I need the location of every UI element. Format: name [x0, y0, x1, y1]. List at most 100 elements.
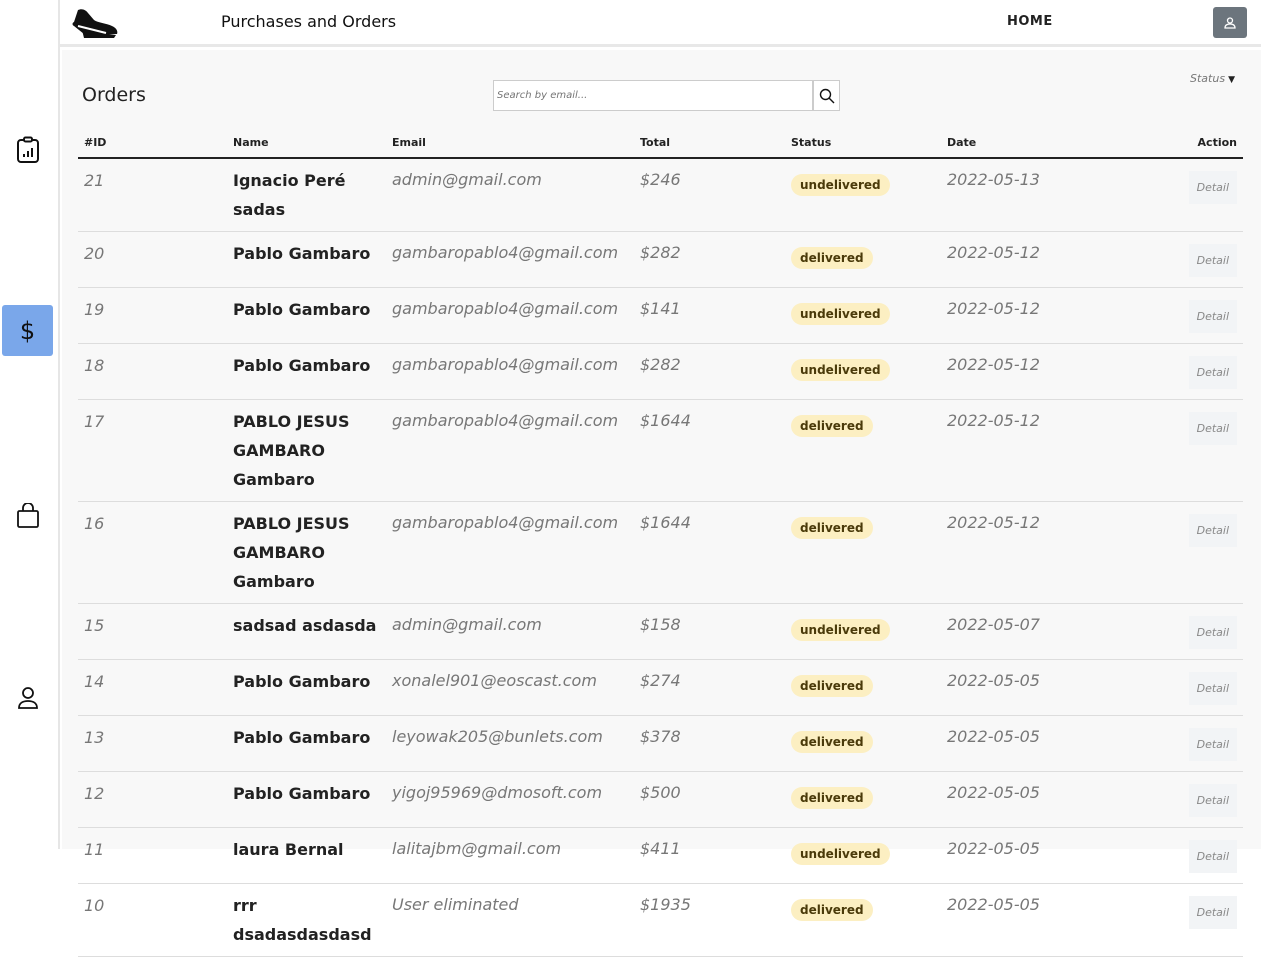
customer-email: gambaropablo4@gmail.com	[386, 501, 634, 604]
customer-name: Pablo Gambaro	[227, 659, 386, 716]
status-cell: delivered	[785, 771, 941, 828]
caret-down-icon: ▼	[1228, 75, 1235, 85]
customer-name: laura Bernal	[227, 827, 386, 884]
order-total: $282	[634, 231, 785, 288]
user-icon	[1224, 16, 1236, 29]
customer-name: sadsad asdasda	[227, 603, 386, 660]
column-header: Action	[1121, 128, 1243, 159]
column-header: Total	[634, 128, 785, 159]
orders-panel: Orders Status▼ #IDNameEmailTotalStatusDa…	[62, 50, 1261, 957]
status-filter-dropdown[interactable]: Status ▼	[1190, 72, 1235, 85]
customer-email: gambaropablo4@gmail.com	[386, 343, 634, 400]
order-date: 2022-05-12	[941, 501, 1121, 604]
order-id: 14	[78, 659, 227, 716]
status-badge: undelivered	[791, 303, 890, 325]
detail-button[interactable]: Detail	[1188, 672, 1237, 705]
order-total: $1644	[634, 501, 785, 604]
detail-button[interactable]: Detail	[1188, 728, 1237, 761]
status-badge: undelivered	[791, 619, 890, 641]
order-date: 2022-05-12	[941, 343, 1121, 400]
status-cell: undelivered	[785, 158, 941, 232]
detail-button[interactable]: Detail	[1188, 356, 1237, 389]
status-cell: delivered	[785, 231, 941, 288]
sidebar-item-dashboard[interactable]	[2, 124, 53, 175]
search-icon	[819, 88, 834, 103]
customer-email: gambaropablo4@gmail.com	[386, 231, 634, 288]
status-cell: undelivered	[785, 603, 941, 660]
order-id: 15	[78, 603, 227, 660]
sidebar-item-users[interactable]	[2, 672, 53, 723]
customer-email: User eliminated	[386, 883, 634, 957]
table-row: 19 Pablo Gambaro gambaropablo4@gmail.com $1…	[78, 287, 1243, 344]
customer-email: xonalel901@eoscast.com	[386, 659, 634, 716]
customer-email: admin@gmail.com	[386, 158, 634, 232]
order-id: 13	[78, 715, 227, 772]
top-header: Purchases and Orders HOME	[60, 0, 1261, 47]
status-badge: delivered	[791, 415, 873, 437]
order-date: 2022-05-12	[941, 231, 1121, 288]
detail-button[interactable]: Detail	[1188, 616, 1237, 649]
table-row: 10 rrr dsadasdasdasd User eliminated $1935 d…	[78, 883, 1243, 957]
table-row: 16 PABLO JESUS GAMBARO Gambaro gambaropabl…	[78, 501, 1243, 604]
detail-button[interactable]: Detail	[1188, 840, 1237, 873]
detail-button[interactable]: Detail	[1188, 171, 1237, 204]
order-date: 2022-05-13	[941, 158, 1121, 232]
sidebar-item-products[interactable]	[2, 490, 53, 541]
customer-name: PABLO JESUS GAMBARO Gambaro	[227, 399, 386, 502]
detail-button[interactable]: Detail	[1188, 412, 1237, 445]
order-date: 2022-05-05	[941, 715, 1121, 772]
status-cell: delivered	[785, 715, 941, 772]
status-badge: undelivered	[791, 174, 890, 196]
action-cell: Detail	[1121, 501, 1243, 604]
status-cell: delivered	[785, 501, 941, 604]
shopping-bag-icon	[16, 502, 39, 528]
column-header: Status	[785, 128, 941, 159]
order-total: $500	[634, 771, 785, 828]
order-total: $141	[634, 287, 785, 344]
customer-name: PABLO JESUS GAMBARO Gambaro	[227, 501, 386, 604]
shoe-logo-icon[interactable]	[70, 4, 120, 44]
order-total: $246	[634, 158, 785, 232]
status-cell: undelivered	[785, 287, 941, 344]
table-row: 18 Pablo Gambaro gambaropablo4@gmail.com $2…	[78, 343, 1243, 400]
page-title: Purchases and Orders	[221, 12, 397, 31]
detail-button[interactable]: Detail	[1188, 784, 1237, 817]
table-row: 17 PABLO JESUS GAMBARO Gambaro gambaropabl…	[78, 399, 1243, 502]
detail-button[interactable]: Detail	[1188, 514, 1237, 547]
detail-button[interactable]: Detail	[1188, 896, 1237, 929]
user-menu-button[interactable]	[1213, 7, 1247, 38]
status-cell: delivered	[785, 399, 941, 502]
table-row: 12 Pablo Gambaro yigoj95969@dmosoft.com $50…	[78, 771, 1243, 828]
order-id: 11	[78, 827, 227, 884]
order-id: 20	[78, 231, 227, 288]
customer-email: gambaropablo4@gmail.com	[386, 399, 634, 502]
status-badge: delivered	[791, 675, 873, 697]
order-date: 2022-05-12	[941, 399, 1121, 502]
order-date: 2022-05-05	[941, 827, 1121, 884]
order-total: $1935	[634, 883, 785, 957]
detail-button[interactable]: Detail	[1188, 300, 1237, 333]
status-badge: undelivered	[791, 359, 890, 381]
order-total: $274	[634, 659, 785, 716]
nav-home-link[interactable]: HOME	[1007, 14, 1053, 29]
action-cell: Detail	[1121, 771, 1243, 828]
customer-email: lalitajbm@gmail.com	[386, 827, 634, 884]
user-icon	[17, 686, 38, 709]
order-date: 2022-05-07	[941, 603, 1121, 660]
column-header: Name	[227, 128, 386, 159]
status-badge: delivered	[791, 517, 873, 539]
column-header: Email	[386, 128, 634, 159]
search-button[interactable]	[813, 80, 840, 111]
customer-email: admin@gmail.com	[386, 603, 634, 660]
status-badge: undelivered	[791, 843, 890, 865]
search-email-input[interactable]	[493, 80, 813, 111]
detail-button[interactable]: Detail	[1188, 244, 1237, 277]
sidebar-item-orders[interactable]: $	[2, 305, 53, 356]
status-badge: delivered	[791, 787, 873, 809]
customer-name: Pablo Gambaro	[227, 287, 386, 344]
dollar-icon: $	[19, 316, 36, 345]
customer-name: Ignacio Peré sadas	[227, 158, 386, 232]
action-cell: Detail	[1121, 343, 1243, 400]
clipboard-chart-icon	[16, 136, 39, 163]
customer-email: gambaropablo4@gmail.com	[386, 287, 634, 344]
